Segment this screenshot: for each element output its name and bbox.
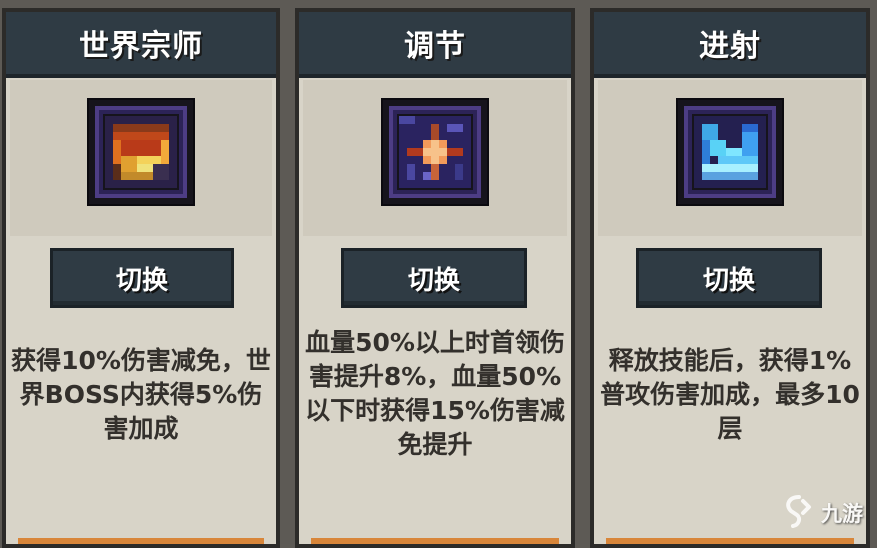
talent-cards: 世界宗师 切换 获得10%伤害减免，世界BOSS内获得5%伤害加成 调节 切换 … <box>0 0 877 548</box>
icon-panel <box>303 80 567 236</box>
watermark: 九游 <box>779 493 871 533</box>
switch-button-label: 切换 <box>407 265 460 296</box>
card-title: 进射 <box>699 29 761 64</box>
accent-bar <box>18 538 264 544</box>
switch-button[interactable]: 切换 <box>50 248 234 308</box>
accent-bar <box>606 538 854 544</box>
watermark-text: 九游 <box>821 502 863 526</box>
accent-bar <box>311 538 559 544</box>
world-master-shield-icon <box>89 100 193 204</box>
card-title: 世界宗师 <box>79 29 203 64</box>
talent-card-shoot[interactable]: 进射 切换 释放技能后，获得1%普攻伤害加成，最多10层 <box>590 8 870 548</box>
switch-button-label: 切换 <box>702 265 755 296</box>
talent-card-adjust[interactable]: 调节 切换 血量50%以上时首领伤害提升8%，血量50%以下时获得15%伤害减免… <box>295 8 575 548</box>
talent-description: 血量50%以上时首领伤害提升8%，血量50%以下时获得15%伤害减免提升 <box>305 328 565 459</box>
shoot-arrow-icon <box>678 100 782 204</box>
talent-description: 释放技能后，获得1%普攻伤害加成，最多10层 <box>600 346 860 443</box>
talent-card-world-master[interactable]: 世界宗师 切换 获得10%伤害减免，世界BOSS内获得5%伤害加成 <box>2 8 280 548</box>
card-title: 调节 <box>404 29 466 64</box>
card-header: 调节 <box>299 12 571 78</box>
card-header: 世界宗师 <box>6 12 276 78</box>
icon-panel <box>598 80 862 236</box>
talent-description: 获得10%伤害减免，世界BOSS内获得5%伤害加成 <box>11 346 271 443</box>
icon-panel <box>10 80 272 236</box>
card-header: 进射 <box>594 12 866 78</box>
switch-button[interactable]: 切换 <box>341 248 527 308</box>
jiuyou-logo-icon <box>786 495 811 528</box>
switch-button-label: 切换 <box>115 265 168 296</box>
adjust-cross-icon <box>383 100 487 204</box>
switch-button[interactable]: 切换 <box>636 248 822 308</box>
